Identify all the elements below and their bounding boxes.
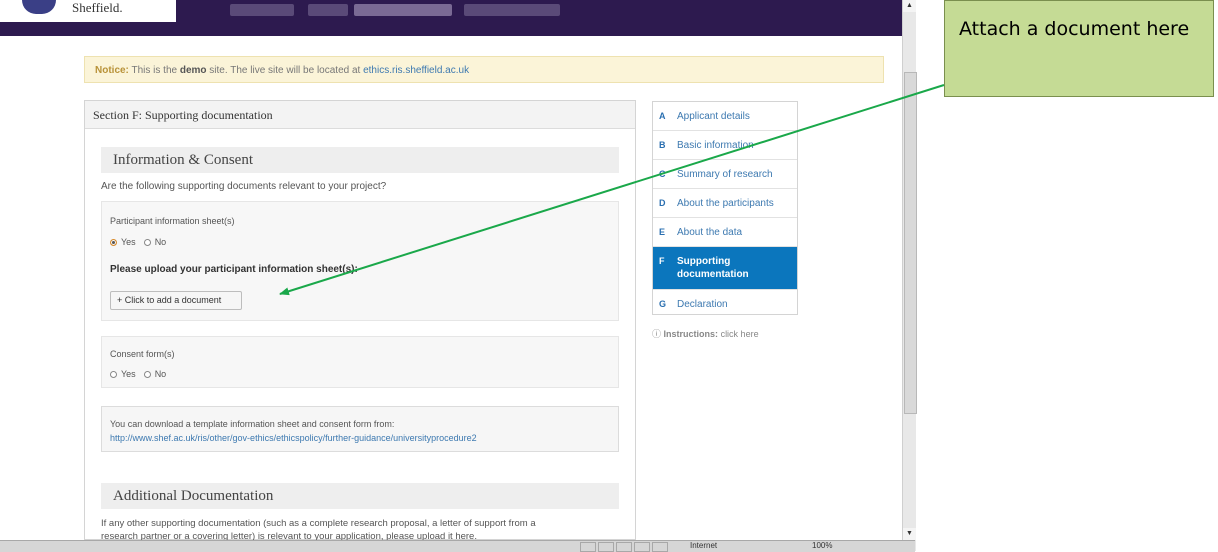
template-note: You can download a template information … xyxy=(110,419,395,429)
template-download-link[interactable]: http://www.shef.ac.uk/ris/other/gov-ethi… xyxy=(110,433,477,443)
notice-label: Notice: xyxy=(95,65,129,76)
step-letter: E xyxy=(659,227,666,237)
vertical-scrollbar[interactable]: ▲ ▼ xyxy=(902,0,917,551)
notice-banner: Notice: This is the demo site. The live … xyxy=(84,56,884,83)
step-a-applicant-details[interactable]: A Applicant details xyxy=(653,102,797,131)
step-letter: G xyxy=(659,299,667,309)
consent-form-no-radio[interactable] xyxy=(143,370,151,378)
step-letter: A xyxy=(659,111,666,121)
notice-live-site-link[interactable]: ethics.ris.sheffield.ac.uk xyxy=(363,65,469,76)
step-letter: F xyxy=(659,256,665,266)
instructions-label: Instructions: xyxy=(663,329,719,339)
consent-form-yes-label: Yes xyxy=(121,369,136,379)
notice-text-after: site. The live site will be located at xyxy=(206,65,364,76)
university-crest-icon xyxy=(22,0,56,14)
browser-status-bar: Internet 100% xyxy=(0,540,915,552)
step-navigation: A Applicant details B Basic information … xyxy=(652,101,798,315)
step-label: Basic information xyxy=(677,140,754,151)
participant-sheet-yes-radio[interactable] xyxy=(110,238,117,246)
participant-sheet-box: Participant information sheet(s) Yes No … xyxy=(101,201,619,321)
step-label: About the data xyxy=(677,227,743,238)
participant-sheet-radio-group: Yes No xyxy=(110,237,166,247)
nav-item-my-applications[interactable] xyxy=(354,4,452,16)
step-e-about-the-data[interactable]: E About the data xyxy=(653,218,797,247)
scroll-up-arrow-icon[interactable]: ▲ xyxy=(903,0,916,12)
internet-zone: Internet xyxy=(690,541,718,550)
zoom-level[interactable]: 100% xyxy=(812,541,832,550)
consent-form-no-label: No xyxy=(154,369,167,379)
step-g-declaration[interactable]: G Declaration xyxy=(653,290,797,319)
add-document-button[interactable]: + Click to add a document xyxy=(110,291,242,310)
top-navigation-bar xyxy=(176,0,902,22)
participant-sheet-no-label: No xyxy=(154,237,167,247)
site-header: Sheffield. xyxy=(0,0,902,36)
scroll-down-arrow-icon[interactable]: ▼ xyxy=(903,528,916,540)
participant-sheet-label: Participant information sheet(s) xyxy=(110,216,235,226)
participant-sheet-no-radio[interactable] xyxy=(143,238,151,246)
scrollbar-thumb[interactable] xyxy=(904,72,917,414)
nav-item-1[interactable] xyxy=(230,4,294,16)
relevance-question: Are the following supporting documents r… xyxy=(101,181,387,192)
nav-item-2[interactable] xyxy=(308,4,348,16)
notice-demo: demo xyxy=(179,65,207,76)
logo-text: Sheffield. xyxy=(72,0,123,15)
step-f-supporting-documentation[interactable]: F Supporting documentation xyxy=(653,247,797,290)
step-c-summary-of-research[interactable]: C Summary of research xyxy=(653,160,797,189)
consent-form-box: Consent form(s) Yes No xyxy=(101,336,619,388)
consent-form-label: Consent form(s) xyxy=(110,349,175,359)
information-consent-heading: Information & Consent xyxy=(101,147,619,173)
nav-item-4[interactable] xyxy=(464,4,560,16)
consent-form-radio-group: Yes No xyxy=(110,369,166,379)
info-icon: ⓘ xyxy=(652,329,662,339)
consent-form-yes-radio[interactable] xyxy=(110,370,117,378)
participant-sheet-yes-label: Yes xyxy=(121,237,136,247)
step-label: Applicant details xyxy=(677,111,750,122)
step-letter: C xyxy=(659,169,666,179)
additional-documentation-heading: Additional Documentation xyxy=(101,483,619,509)
step-label: Declaration xyxy=(677,299,728,310)
step-label: Supporting documentation xyxy=(677,256,749,280)
instructions-click-here: click here xyxy=(720,329,759,339)
step-letter: D xyxy=(659,198,666,208)
section-title: Section F: Supporting documentation xyxy=(85,101,635,129)
header-band xyxy=(0,22,902,36)
step-label: Summary of research xyxy=(677,169,773,180)
step-label: About the participants xyxy=(677,198,774,209)
upload-prompt: Please upload your participant informati… xyxy=(110,264,358,275)
notice-text-before: This is the xyxy=(128,65,180,76)
step-b-basic-information[interactable]: B Basic information xyxy=(653,131,797,160)
step-letter: B xyxy=(659,140,666,150)
section-panel: Section F: Supporting documentation Info… xyxy=(84,100,636,542)
template-info-box: You can download a template information … xyxy=(101,406,619,452)
additional-text-line-1: If any other supporting documentation (s… xyxy=(101,518,536,529)
instructions-link[interactable]: ⓘ Instructions: click here xyxy=(652,327,759,340)
step-d-about-the-participants[interactable]: D About the participants xyxy=(653,189,797,218)
callout-box: Attach a document here xyxy=(944,0,1214,97)
